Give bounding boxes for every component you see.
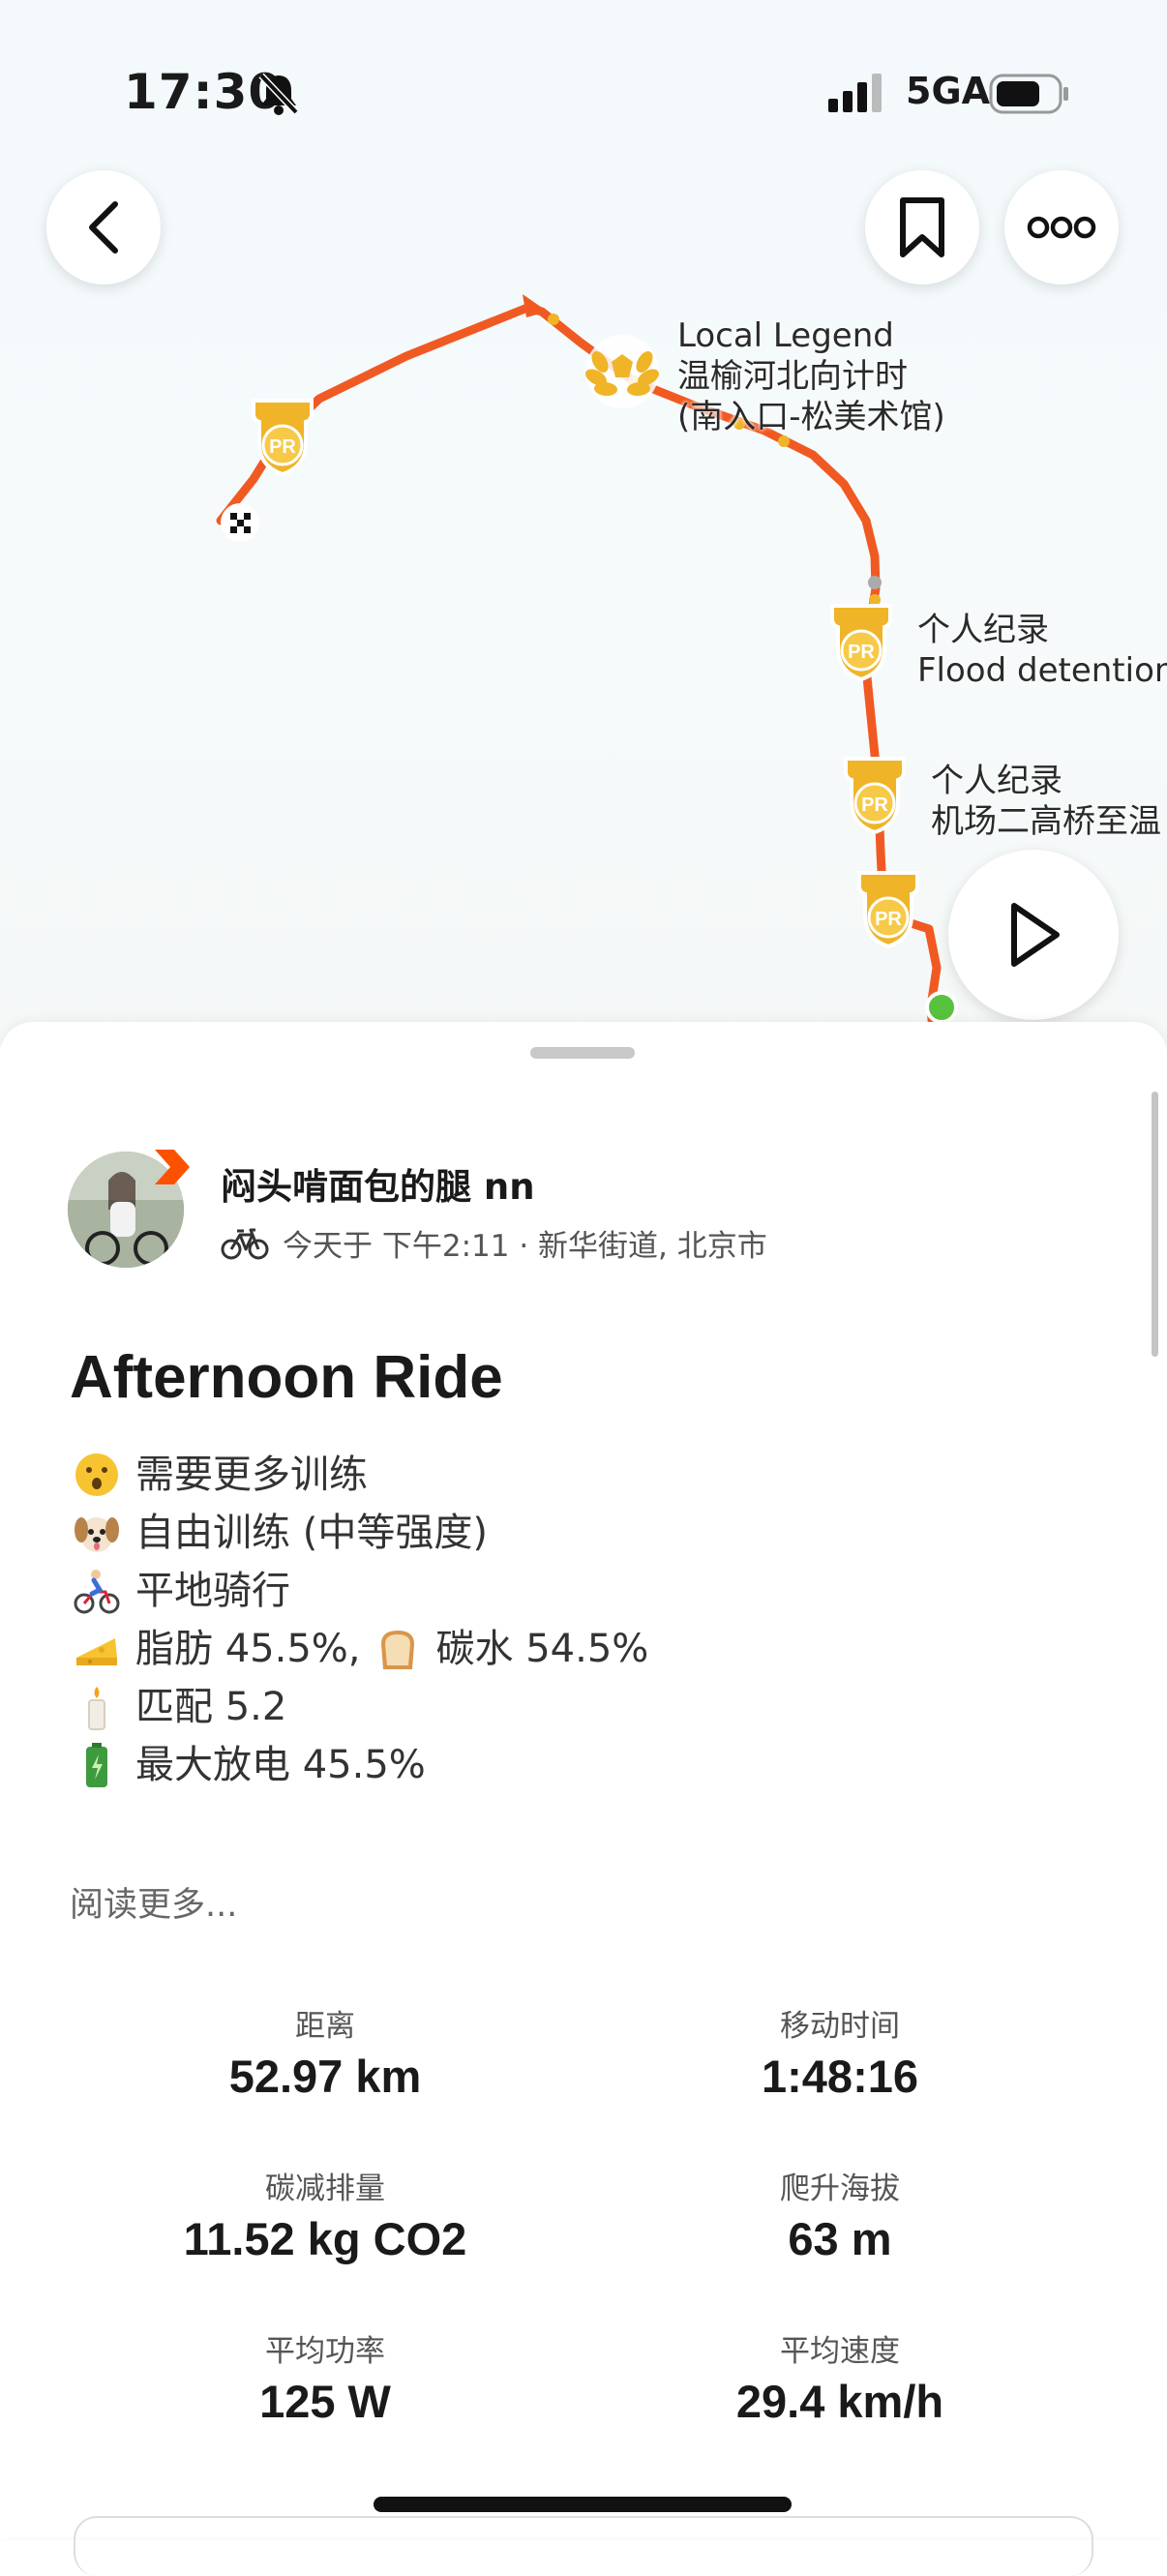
battery-icon [989, 74, 1068, 114]
local-legend-segment-name-2: (南入口-松美术馆) [677, 398, 945, 436]
next-section-card[interactable] [74, 2516, 1093, 2576]
local-legend-title: Local Legend [677, 316, 894, 355]
activity-description: 需要更多训练 自由训练 (中等强度) 平地骑行 脂肪 45.5%, 碳水 54.… [70, 1446, 648, 1794]
play-flyover-button[interactable] [948, 850, 1119, 1020]
battery-emoji-icon [70, 1741, 124, 1789]
home-indicator[interactable] [374, 2497, 792, 2512]
subscriber-badge-icon [155, 1150, 190, 1184]
read-more-link[interactable]: 阅读更多... [70, 1877, 237, 1927]
stat-carbon-saved: 碳减排量 11.52 kg CO2 [83, 2164, 567, 2265]
pr-badge-icon[interactable]: PR [824, 600, 898, 683]
activity-date-location: 今天于 下午2:11 · 新华街道, 北京市 [283, 1229, 767, 1264]
svg-text:PR: PR [848, 642, 875, 663]
stat-value: 63 m [788, 2213, 892, 2264]
play-icon [1011, 903, 1060, 967]
activity-meta: 今天于 下午2:11 · 新华街道, 北京市 [221, 1221, 767, 1265]
stat-label: 平均功率 [265, 2334, 385, 2369]
description-text: 碳水 54.5% [435, 1627, 649, 1671]
start-marker [925, 991, 958, 1024]
stat-distance: 距离 52.97 km [83, 2001, 567, 2103]
status-bar: 17:30 5GA [0, 0, 1167, 184]
more-dots-icon [1027, 216, 1096, 239]
back-button[interactable] [46, 170, 161, 285]
description-line: 需要更多训练 [70, 1446, 648, 1504]
silent-bell-icon [258, 73, 299, 115]
stat-avg-power: 平均功率 125 W [83, 2326, 567, 2428]
description-line: 自由训练 (中等强度) [70, 1504, 648, 1562]
pr-label-title: 个人纪录 [931, 762, 1062, 800]
astonished-face-emoji-icon [70, 1451, 124, 1499]
stat-label: 平均速度 [780, 2334, 900, 2369]
stat-value: 11.52 kg CO2 [183, 2213, 467, 2264]
description-line: 匹配 5.2 [70, 1678, 648, 1736]
pr-label-segment: 机场二高桥至温 [931, 802, 1161, 841]
pr-label-title: 个人纪录 [917, 611, 1049, 649]
bike-icon [221, 1228, 269, 1259]
description-text: 脂肪 45.5%, [135, 1627, 361, 1671]
description-text: 最大放电 45.5% [135, 1743, 426, 1787]
pr-badge-icon[interactable]: PR [838, 753, 912, 836]
description-text: 需要更多训练 [135, 1453, 368, 1497]
stat-value: 52.97 km [228, 2051, 422, 2102]
description-line: 脂肪 45.5%, 碳水 54.5% [70, 1620, 648, 1678]
network-type: 5GA [906, 70, 991, 112]
activity-title: Afternoon Ride [70, 1344, 503, 1411]
cellular-signal-icon [828, 74, 882, 112]
stat-value: 1:48:16 [762, 2051, 918, 2102]
sheet-grabber[interactable] [530, 1047, 635, 1059]
chevron-left-icon [89, 201, 118, 254]
description-text: 平地骑行 [135, 1569, 290, 1613]
stat-label: 碳减排量 [265, 2172, 385, 2206]
svg-text:PR: PR [269, 436, 296, 458]
bookmark-icon [900, 197, 944, 257]
stat-label: 爬升海拔 [780, 2172, 900, 2206]
stat-avg-speed: 平均速度 29.4 km/h [598, 2326, 1082, 2428]
pr-label-segment: Flood detention [917, 651, 1167, 690]
pr-badge-icon[interactable]: PR [852, 867, 925, 950]
more-options-button[interactable] [1004, 170, 1119, 285]
description-text: 匹配 5.2 [135, 1685, 287, 1729]
pr-badge-icon[interactable]: PR [246, 395, 319, 478]
stat-label: 移动时间 [780, 2009, 900, 2044]
local-legend-laurel-icon[interactable] [579, 333, 666, 410]
stat-elevation-gain: 爬升海拔 63 m [598, 2164, 1082, 2265]
athlete-name[interactable]: 闷头啃面包的腿 nn [221, 1157, 535, 1210]
local-legend-segment-name: 温榆河北向计时 [677, 357, 908, 396]
cheese-emoji-icon [70, 1625, 124, 1673]
stat-value: 125 W [259, 2376, 391, 2427]
dog-face-emoji-icon [70, 1509, 124, 1557]
cyclist-emoji-icon [70, 1567, 124, 1615]
bread-emoji-icon [371, 1625, 425, 1673]
stat-value: 29.4 km/h [735, 2376, 944, 2427]
candle-emoji-icon [70, 1683, 124, 1731]
stat-label: 距离 [295, 2009, 355, 2044]
description-line: 平地骑行 [70, 1562, 648, 1620]
description-text: 自由训练 (中等强度) [135, 1511, 488, 1555]
svg-text:PR: PR [875, 909, 902, 930]
scrollbar[interactable] [1152, 1092, 1158, 1357]
bookmark-button[interactable] [865, 170, 979, 285]
finish-flag-icon [221, 503, 259, 542]
description-line: 最大放电 45.5% [70, 1736, 648, 1794]
stat-moving-time: 移动时间 1:48:16 [598, 2001, 1082, 2103]
svg-text:PR: PR [861, 794, 888, 816]
